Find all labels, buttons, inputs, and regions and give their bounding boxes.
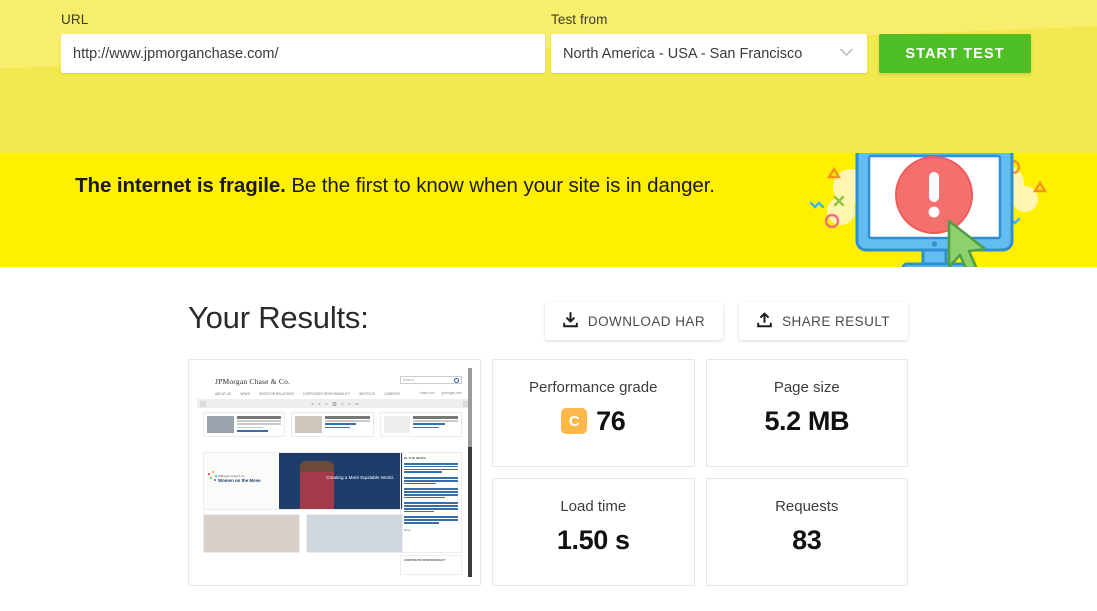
mini-nav-item: ABOUT US [215,392,232,396]
metric-label: Requests [775,498,839,515]
metrics-grid: Performance grade C 76 Page size 5.2 MB … [492,359,908,586]
mini-news-more: More [404,527,411,532]
mini-hero-brand: JPMorgan Chase & Co. Women on the Move [218,475,261,483]
banner-headline: The internet is fragile. Be the first to… [0,173,790,199]
share-result-label: SHARE RESULT [782,313,890,329]
carousel-prev-icon [200,400,206,407]
mini-search-box: Search [400,376,462,384]
url-label: URL [61,12,89,27]
carousel-dots [310,402,359,406]
location-label: Test from [551,12,608,27]
mini-hero-dots [208,471,217,481]
metric-value: 83 [792,525,822,555]
metric-card-performance-grade: Performance grade C 76 [492,359,695,467]
metric-label: Performance grade [529,379,658,396]
mini-footer-block: CORPORATE RESPONSIBILITY [400,555,462,575]
mini-news-sidebar: IN THE NEWS More [400,452,462,553]
test-form-header: URL Test from START TEST [0,0,1097,153]
screenshot-thumbnail: JPMorgan Chase & Co. Search ABOUT US NEW… [197,368,472,577]
mini-page-render: JPMorgan Chase & Co. Search ABOUT US NEW… [197,368,472,577]
test-form-row: URL Test from START TEST [0,12,1097,73]
metric-value: C 76 [561,404,626,438]
url-field-group: URL [61,12,545,73]
metric-value: 5.2 MB [764,406,850,436]
mini-hero-title: Women on the Move [218,478,261,483]
download-har-button[interactable]: DOWNLOAD HAR [544,302,724,340]
mini-nav-item: CORPORATE RESPONSIBILITY [302,392,350,396]
mini-nav-item: CAREERS [384,392,400,396]
mini-article [203,514,300,553]
mini-top-links: chase.com jpmorgan.com [419,391,462,395]
mini-hero-banner: JPMorgan Chase & Co. Women on the Move C… [203,452,403,510]
mini-hero-cta: Creating a More Equitable World. [326,475,394,480]
screenshot-thumbnail-card[interactable]: JPMorgan Chase & Co. Search ABOUT US NEW… [188,359,481,586]
share-icon [757,312,772,331]
mini-top-link: jpmorgan.com [441,391,462,395]
location-select[interactable] [551,34,867,73]
mini-nav-item: NEWS [240,392,250,396]
metric-label: Page size [773,379,840,396]
metric-card-page-size: Page size 5.2 MB [705,359,908,467]
metric-card-requests: Requests 83 [705,478,908,586]
location-field-group: Test from [551,12,867,73]
metric-card-load-time: Load time 1.50 s [492,478,695,586]
mini-nav-item: INSTITUTE [358,392,376,396]
results-header: Your Results: DOWNLOAD HAR SHARE RESULT [188,300,908,348]
download-icon [563,311,578,331]
download-har-label: DOWNLOAD HAR [587,313,706,329]
metric-label: Load time [560,498,627,515]
results-actions: DOWNLOAD HAR SHARE RESULT [544,302,908,340]
mini-card [203,412,286,437]
monitor-alert-illustration [809,153,1048,267]
mini-scrollbar[interactable] [468,368,472,577]
banner-headline-rest: Be the first to know when your site is i… [285,174,715,197]
banner-headline-bold: The internet is fragile. [75,174,286,197]
share-result-button[interactable]: SHARE RESULT [739,302,908,340]
grade-badge: C [561,408,588,434]
mini-card [379,412,462,437]
grade-score: 76 [596,406,626,436]
promo-banner: The internet is fragile. Be the first to… [0,153,1097,267]
mini-news-heading: IN THE NEWS [404,456,426,460]
mini-top-link: chase.com [419,391,435,395]
page-title: Your Results: [188,300,369,335]
mini-nav: ABOUT US NEWS INVESTOR RELATIONS CORPORA… [215,392,400,396]
mini-card-row [203,412,462,437]
mini-logo: JPMorgan Chase & Co. [215,377,291,386]
results-section: Your Results: DOWNLOAD HAR SHARE RESULT … [0,267,1097,586]
mini-nav-item: INVESTOR RELATIONS [258,392,294,396]
mini-footer-heading: CORPORATE RESPONSIBILITY [404,558,446,562]
mini-search-placeholder: Search [403,378,414,382]
metric-value: 1.50 s [556,525,630,555]
mini-carousel-bar [197,399,472,408]
start-test-button[interactable]: START TEST [879,34,1031,73]
mini-card [291,412,374,437]
url-input[interactable] [61,34,545,73]
mini-articles [203,514,403,553]
search-icon [454,378,459,383]
results-grid: JPMorgan Chase & Co. Search ABOUT US NEW… [188,359,908,586]
mini-article [306,514,403,553]
